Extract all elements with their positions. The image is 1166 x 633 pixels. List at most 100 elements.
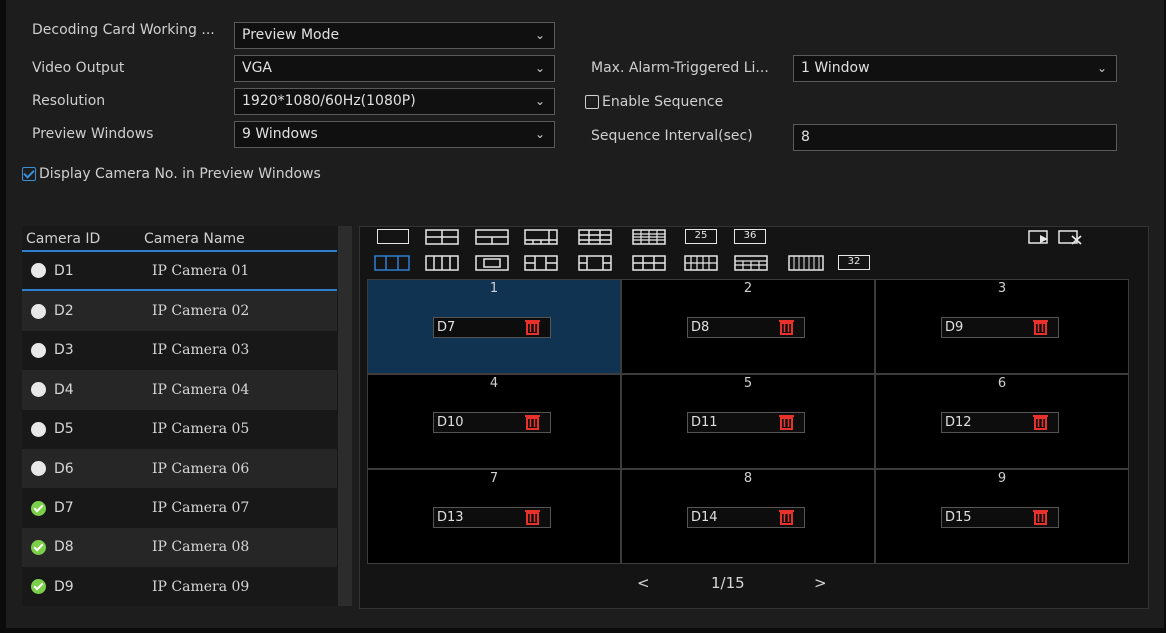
- delete-icon[interactable]: [779, 414, 794, 430]
- delete-icon[interactable]: [1033, 319, 1048, 335]
- preview-window[interactable]: 5 D11: [621, 374, 875, 469]
- table-row[interactable]: D4 IP Camera 04: [22, 370, 337, 410]
- camera-id-cell: D2: [54, 303, 74, 320]
- max-alarm-select[interactable]: 1 Window ⌄: [793, 55, 1117, 82]
- window-camera-tag: D10: [433, 412, 551, 433]
- layout-32-windows-icon[interactable]: 32: [838, 255, 870, 270]
- window-camera-id: D12: [945, 415, 972, 430]
- window-camera-tag: D12: [941, 412, 1059, 433]
- layout-5-windows-icon[interactable]: [475, 255, 509, 271]
- window-camera-tag: D9: [941, 317, 1059, 338]
- camera-name-cell: IP Camera 05: [152, 421, 250, 438]
- layout-1-window-icon[interactable]: [377, 229, 409, 244]
- assigned-status-icon: [31, 579, 46, 595]
- display-camera-no-checkbox[interactable]: Display Camera No. in Preview Windows: [22, 166, 321, 182]
- video-output-select[interactable]: VGA ⌄: [234, 55, 555, 82]
- table-row[interactable]: D8 IP Camera 08: [22, 527, 337, 568]
- column-header-camera-id[interactable]: Camera ID: [22, 226, 144, 250]
- camera-name-cell: IP Camera 08: [152, 539, 250, 556]
- display-camera-no-label: Display Camera No. in Preview Windows: [39, 166, 321, 182]
- camera-id-cell: D9: [54, 578, 74, 595]
- sequence-interval-input[interactable]: 8: [793, 124, 1117, 151]
- page-indicator: 1/15: [711, 574, 745, 592]
- next-page-button[interactable]: >: [814, 574, 827, 592]
- window-camera-id: D14: [691, 510, 718, 525]
- preview-window[interactable]: 3 D9: [875, 279, 1129, 374]
- delete-icon[interactable]: [779, 319, 794, 335]
- layout-12-windows-icon[interactable]: [632, 255, 666, 271]
- layout-8-windows-icon[interactable]: [524, 229, 558, 245]
- layout-25-windows-icon[interactable]: 25: [685, 229, 717, 244]
- table-row[interactable]: D1 IP Camera 01: [22, 252, 337, 292]
- table-row[interactable]: D7 IP Camera 07: [22, 488, 337, 527]
- layout-3-windows-icon[interactable]: [374, 255, 410, 271]
- prev-page-button[interactable]: <: [637, 574, 650, 592]
- window-number: 3: [997, 281, 1007, 296]
- delete-icon[interactable]: [525, 414, 540, 430]
- preview-windows-value: 9 Windows: [242, 126, 318, 142]
- unassigned-status-icon: [31, 263, 46, 279]
- table-row[interactable]: D9 IP Camera 09: [22, 567, 337, 606]
- delete-icon[interactable]: [525, 319, 540, 335]
- decoding-card-label: Decoding Card Working ...: [32, 22, 215, 38]
- preview-window[interactable]: 8 D14: [621, 469, 875, 564]
- preview-window[interactable]: 6 D12: [875, 374, 1129, 469]
- camera-name-cell: IP Camera 04: [152, 381, 250, 398]
- window-number: 4: [489, 376, 499, 391]
- delete-icon[interactable]: [779, 509, 794, 525]
- layout-7-windows-icon[interactable]: [524, 255, 558, 271]
- layout-20-windows-icon[interactable]: [788, 255, 824, 271]
- enable-sequence-checkbox[interactable]: Enable Sequence: [585, 94, 723, 110]
- camera-table-scrollbar[interactable]: [338, 226, 352, 606]
- preview-window[interactable]: 4 D10: [367, 374, 621, 469]
- layout-9-windows-icon[interactable]: [578, 229, 612, 245]
- camera-table: Camera ID Camera Name D1 IP Camera 01 D2 IP…: [22, 226, 352, 606]
- camera-id-cell: D6: [54, 460, 74, 477]
- assigned-status-icon: [31, 539, 46, 555]
- delete-icon[interactable]: [1033, 509, 1048, 525]
- chevron-down-icon: ⌄: [534, 28, 545, 42]
- unassigned-status-icon: [31, 461, 46, 477]
- window-camera-id: D7: [437, 320, 456, 335]
- start-sequence-icon[interactable]: [1027, 227, 1055, 247]
- resolution-select[interactable]: 1920*1080/60Hz(1080P) ⌄: [234, 88, 555, 115]
- enable-sequence-label: Enable Sequence: [602, 94, 724, 110]
- layout-6-windows-icon[interactable]: [475, 229, 509, 245]
- layout-36-windows-icon[interactable]: 36: [734, 229, 766, 244]
- preview-window[interactable]: 7 D13: [367, 469, 621, 564]
- clear-all-icon[interactable]: [1057, 227, 1085, 247]
- window-number: 1: [489, 281, 499, 296]
- camera-table-body: D1 IP Camera 01 D2 IP Camera 02 D3 IP Camera …: [22, 252, 337, 607]
- camera-name-cell: IP Camera 06: [152, 460, 250, 477]
- table-row[interactable]: D5 IP Camera 05: [22, 410, 337, 449]
- unassigned-status-icon: [31, 421, 46, 437]
- window-camera-tag: D11: [687, 412, 805, 433]
- layout-4-column-icon[interactable]: [425, 255, 459, 271]
- layout-10-windows-icon[interactable]: [578, 255, 612, 271]
- window-camera-tag: D8: [687, 317, 805, 338]
- table-row[interactable]: D6 IP Camera 06: [22, 448, 337, 489]
- camera-id-cell: D5: [54, 421, 74, 438]
- chevron-down-icon: ⌄: [1096, 61, 1107, 75]
- resolution-label: Resolution: [32, 93, 106, 109]
- preview-window[interactable]: 2 D8: [621, 279, 875, 374]
- camera-name-cell: IP Camera 07: [152, 500, 250, 517]
- table-row[interactable]: D2 IP Camera 02: [22, 291, 337, 331]
- delete-icon[interactable]: [1033, 414, 1048, 430]
- layout-14-windows-icon[interactable]: [734, 255, 768, 271]
- preview-window[interactable]: 9 D15: [875, 469, 1129, 564]
- layout-13-windows-icon[interactable]: [684, 255, 718, 271]
- window-number: 5: [743, 376, 753, 391]
- column-header-camera-name[interactable]: Camera Name: [144, 226, 245, 250]
- camera-table-header: Camera ID Camera Name: [22, 226, 337, 252]
- layout-16-windows-icon[interactable]: [632, 229, 666, 245]
- window-camera-tag: D13: [433, 507, 551, 528]
- camera-name-cell: IP Camera 09: [152, 578, 250, 595]
- preview-window[interactable]: 1 D7: [367, 279, 621, 374]
- decoding-card-select[interactable]: Preview Mode ⌄: [234, 22, 555, 49]
- layout-4-windows-icon[interactable]: [425, 229, 459, 245]
- preview-windows-select[interactable]: 9 Windows ⌄: [234, 121, 555, 148]
- table-row[interactable]: D3 IP Camera 03: [22, 331, 337, 370]
- delete-icon[interactable]: [525, 509, 540, 525]
- video-output-value: VGA: [242, 60, 273, 76]
